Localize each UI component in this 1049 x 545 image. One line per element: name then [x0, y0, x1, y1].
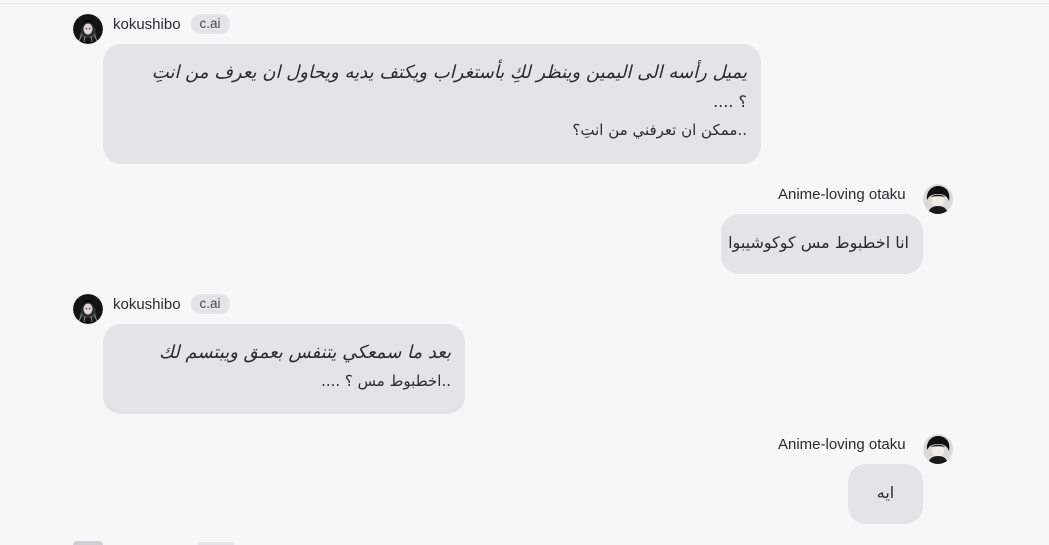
message-bubble: ايه [848, 464, 923, 524]
chat-thread: kokushibo c.ai يميل رأسه الى اليمين وينظ… [0, 0, 1049, 545]
sender-name[interactable]: Anime-loving otaku [778, 436, 906, 453]
next-message-avatar-icon [73, 541, 103, 545]
chat-message-user: Anime-loving otaku ايه [0, 0, 1049, 530]
message-text: ايه [876, 483, 895, 502]
user-avatar-icon[interactable] [923, 434, 953, 464]
